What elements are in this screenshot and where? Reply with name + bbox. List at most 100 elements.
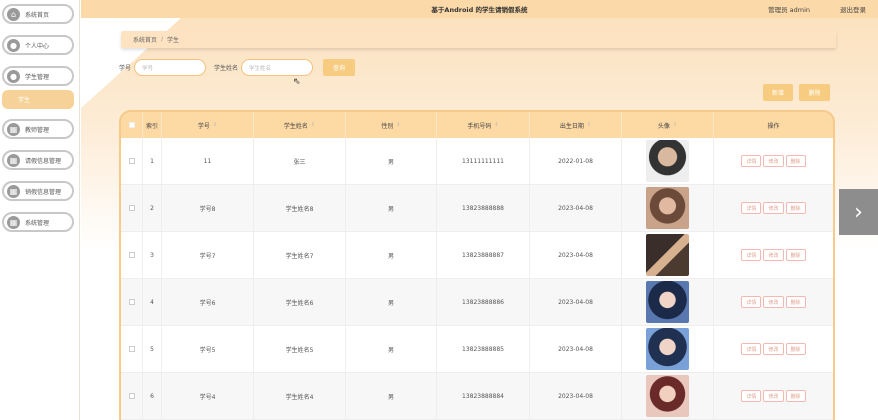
sort-icon: ⇕ xyxy=(586,122,592,128)
row-checkbox[interactable] xyxy=(121,279,143,325)
cell-student-id: 学号4 xyxy=(162,373,254,419)
sidebar-item-label: 教师管理 xyxy=(25,126,50,134)
row-checkbox[interactable] xyxy=(121,185,143,231)
next-arrow-icon[interactable]: › xyxy=(839,189,878,235)
col-birth[interactable]: 出生日期 ⇕ xyxy=(530,112,622,138)
sidebar: ⌂ 系统首页 ● 个人中心 ● 学生管理 学生 ▦ 教师管理 ▦ 请假信息管理 … xyxy=(0,0,80,420)
edit-button[interactable]: 修改 xyxy=(763,343,784,355)
delete-button[interactable]: 删除 xyxy=(785,390,806,402)
student-name-label: 学生姓名 xyxy=(214,65,239,72)
sidebar-item-teachers[interactable]: ▦ 教师管理 xyxy=(2,119,74,139)
cell-index: 1 xyxy=(143,138,162,184)
sidebar-item-label: 销假信息管理 xyxy=(25,188,62,196)
sidebar-item-students[interactable]: ● 学生管理 xyxy=(2,66,74,86)
sidebar-item-home[interactable]: ⌂ 系统首页 xyxy=(2,4,74,24)
table-row: 5 学号5 学生姓名5 男 13823888885 2023-04-08 详情 … xyxy=(121,326,833,373)
col-student-name[interactable]: 学生姓名 ⇕ xyxy=(254,112,346,138)
row-checkbox[interactable] xyxy=(121,373,143,419)
col-index: 索引 xyxy=(143,112,162,138)
topbar: 基于Android 的学生请销假系统 管理员 admin 退出登录 xyxy=(81,0,878,18)
batch-delete-button[interactable]: 删除 xyxy=(799,84,830,101)
sort-icon: ⇕ xyxy=(212,122,218,128)
cell-phone: 13823888888 xyxy=(437,185,530,231)
delete-button[interactable]: 删除 xyxy=(785,155,806,167)
edit-button[interactable]: 修改 xyxy=(763,202,784,214)
cell-index: 2 xyxy=(143,185,162,231)
sidebar-item-return[interactable]: ▦ 销假信息管理 xyxy=(2,181,74,201)
logout-link[interactable]: 退出登录 xyxy=(840,4,866,14)
search-bar: 学号 学号 学生姓名 学生姓名 查询 xyxy=(119,59,356,76)
grid-icon: ▦ xyxy=(7,122,20,136)
breadcrumb: 系统首页 / 学生 xyxy=(121,31,836,48)
row-checkbox[interactable] xyxy=(121,138,143,184)
delete-button[interactable]: 删除 xyxy=(785,343,806,355)
cell-gender: 男 xyxy=(346,185,437,231)
detail-button[interactable]: 详情 xyxy=(741,296,762,308)
avatar[interactable] xyxy=(646,281,689,323)
student-id-input[interactable]: 学号 xyxy=(134,59,207,76)
delete-button[interactable]: 删除 xyxy=(785,249,806,261)
table-body: 1 11 张三 男 13111111111 2022-01-08 详情 修改 删… xyxy=(121,138,833,420)
cell-avatar xyxy=(622,373,714,419)
sort-icon: ⇕ xyxy=(396,122,401,128)
admin-label: 管理员 admin xyxy=(768,6,810,14)
cell-student-id: 学号7 xyxy=(162,232,254,278)
edit-button[interactable]: 修改 xyxy=(763,155,784,167)
cell-student-name: 张三 xyxy=(254,138,346,184)
col-student-id[interactable]: 学号 ⇕ xyxy=(162,112,254,138)
cell-actions: 详情 修改 删除 xyxy=(714,138,833,184)
row-checkbox[interactable] xyxy=(121,326,143,372)
detail-button[interactable]: 详情 xyxy=(741,202,762,214)
cell-actions: 详情 修改 删除 xyxy=(714,185,833,231)
sidebar-item-profile[interactable]: ● 个人中心 xyxy=(2,35,74,55)
user-icon: ● xyxy=(7,38,20,52)
avatar[interactable] xyxy=(646,187,689,229)
sidebar-item-label: 个人中心 xyxy=(25,42,50,50)
delete-button[interactable]: 删除 xyxy=(785,296,806,308)
edit-button[interactable]: 修改 xyxy=(763,249,784,261)
avatar[interactable] xyxy=(646,375,689,417)
detail-button[interactable]: 详情 xyxy=(741,155,762,167)
app-title: 基于Android 的学生请销假系统 xyxy=(431,6,528,14)
select-all-checkbox[interactable] xyxy=(121,112,143,138)
col-avatar[interactable]: 头像 ⇕ xyxy=(622,112,714,138)
col-phone[interactable]: 手机号码 ⇕ xyxy=(437,112,530,138)
sidebar-item-label: 学生管理 xyxy=(25,73,50,81)
cell-avatar xyxy=(622,326,714,372)
table-row: 3 学号7 学生姓名7 男 13823888887 2023-04-08 详情 … xyxy=(121,232,833,279)
delete-button[interactable]: 删除 xyxy=(785,202,806,214)
cell-student-name: 学生姓名8 xyxy=(254,185,346,231)
cell-actions: 详情 修改 删除 xyxy=(714,326,833,372)
detail-button[interactable]: 详情 xyxy=(741,249,762,261)
col-gender[interactable]: 性别 ⇕ xyxy=(346,112,437,138)
grid-icon: ▦ xyxy=(7,153,20,167)
sidebar-item-label: 系统管理 xyxy=(25,219,50,227)
detail-button[interactable]: 详情 xyxy=(741,390,762,402)
breadcrumb-home[interactable]: 系统首页 xyxy=(133,35,157,44)
avatar[interactable] xyxy=(646,140,689,182)
cell-student-id: 学号8 xyxy=(162,185,254,231)
table-row: 4 学号6 学生姓名6 男 13823888886 2023-04-08 详情 … xyxy=(121,279,833,326)
sidebar-item-system[interactable]: ▦ 系统管理 xyxy=(2,212,74,232)
cell-student-id: 学号6 xyxy=(162,279,254,325)
sidebar-item-leave[interactable]: ▦ 请假信息管理 xyxy=(2,150,74,170)
avatar[interactable] xyxy=(646,234,689,276)
cursor-icon: ⇖ xyxy=(293,77,301,87)
student-id-label: 学号 xyxy=(119,65,132,72)
cell-index: 3 xyxy=(143,232,162,278)
edit-button[interactable]: 修改 xyxy=(763,390,784,402)
detail-button[interactable]: 详情 xyxy=(741,343,762,355)
cell-index: 5 xyxy=(143,326,162,372)
sidebar-subitem-student[interactable]: 学生 xyxy=(2,90,74,109)
cell-birth: 2022-01-08 xyxy=(530,138,622,184)
cell-index: 4 xyxy=(143,279,162,325)
search-button[interactable]: 查询 xyxy=(323,59,356,76)
table-header: 索引 学号 ⇕ 学生姓名 ⇕ 性别 ⇕ 手机号码 ⇕ 出生日期 ⇕ 头像 ⇕ 操作 xyxy=(121,112,833,138)
breadcrumb-separator: / xyxy=(161,36,164,43)
avatar[interactable] xyxy=(646,328,689,370)
edit-button[interactable]: 修改 xyxy=(763,296,784,308)
row-checkbox[interactable] xyxy=(121,232,143,278)
student-name-input[interactable]: 学生姓名 xyxy=(241,59,314,76)
cell-gender: 男 xyxy=(346,373,437,419)
add-button[interactable]: 新增 xyxy=(763,84,793,101)
